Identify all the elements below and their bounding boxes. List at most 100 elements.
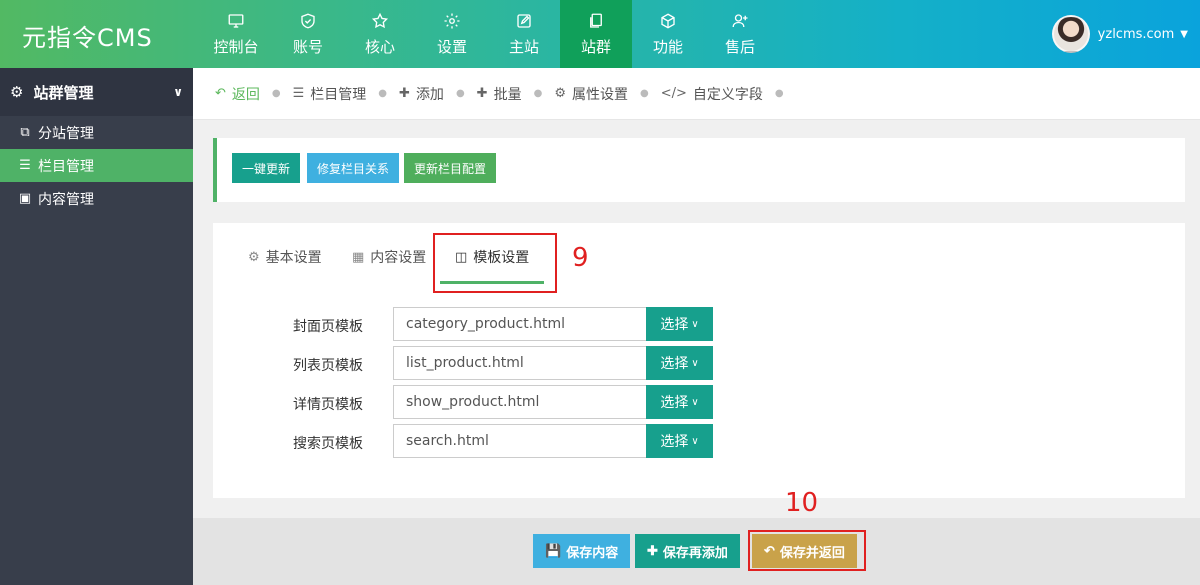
code-icon: </> — [660, 86, 687, 101]
note-icon: ▣ — [18, 191, 32, 206]
nav-label: 控制台 — [213, 37, 259, 56]
crumb-batch[interactable]: ✚ 批量 — [477, 84, 522, 104]
save-content-button[interactable]: 💾 保存内容 — [533, 534, 631, 568]
back-link[interactable]: ↶ 返回 — [215, 84, 260, 104]
nav-item-console[interactable]: 控制台 — [200, 0, 272, 68]
select-label: 选择 — [660, 316, 689, 332]
nav-item-account[interactable]: 账号 — [272, 0, 344, 68]
plus-icon: ✚ — [399, 86, 410, 101]
crumb-custom-fields[interactable]: </> 自定义字段 — [661, 84, 763, 104]
sidebar-item-label: 内容管理 — [38, 191, 94, 208]
reply-icon: ↶ — [215, 86, 226, 101]
breadcrumb-separator: ● — [455, 88, 465, 99]
edit-icon — [517, 13, 531, 28]
select-label: 选择 — [660, 355, 689, 371]
select-list-template-button[interactable]: 选择 ∨ — [646, 346, 713, 380]
save-and-add-button[interactable]: ✚ 保存再添加 — [635, 534, 740, 568]
sidebar-item-label: 栏目管理 — [38, 158, 94, 175]
user-menu[interactable]: yzlcms.com ▼ — [1051, 10, 1188, 58]
repair-relations-button[interactable]: 修复栏目关系 — [307, 153, 400, 183]
annotation-box-9 — [433, 233, 557, 293]
sidebar: ⚙ 站群管理 ∨ ⧉ 分站管理 ☰ 栏目管理 ▣ 内容管理 — [0, 68, 193, 585]
cover-template-input[interactable] — [393, 307, 647, 341]
sidebar-item-label: 分站管理 — [38, 125, 94, 142]
annotation-label-10: 10 — [785, 488, 819, 518]
monitor-icon — [228, 13, 244, 28]
sidebar-header[interactable]: ⚙ 站群管理 ∨ — [0, 68, 193, 116]
crumb-add[interactable]: ✚ 添加 — [399, 84, 444, 104]
sidebar-title: 站群管理 — [33, 83, 94, 102]
crumb-label: 批量 — [493, 86, 522, 103]
top-header: 元指令CMS 控制台 账号 核心 设置 主站 站群 功能 售后 yzlcms.c… — [0, 0, 1200, 68]
chevron-down-icon: ∨ — [691, 435, 699, 447]
list-template-input[interactable] — [393, 346, 647, 380]
gear-icon: ⚙ — [10, 83, 24, 101]
list-icon: ☰ — [19, 158, 31, 173]
sidebar-item-categories[interactable]: ☰ 栏目管理 — [0, 149, 193, 182]
tab-label: 内容设置 — [370, 250, 427, 266]
field-label: 搜索页模板 — [293, 436, 363, 452]
nav-label: 功能 — [652, 37, 683, 56]
list-icon: ☰ — [292, 86, 305, 101]
crumb-category-management[interactable]: ☰ 栏目管理 — [293, 84, 367, 104]
plus-icon: ✚ — [647, 543, 658, 558]
gear-icon — [444, 13, 460, 28]
annotation-label-9: 9 — [572, 243, 589, 273]
annotation-box-10 — [748, 530, 866, 571]
crumb-label: 添加 — [415, 86, 444, 103]
chevron-down-icon: ∨ — [173, 85, 183, 99]
user-name: yzlcms.com — [1097, 26, 1175, 42]
nav-item-main-site[interactable]: 主站 — [488, 0, 560, 68]
sidebar-item-content[interactable]: ▣ 内容管理 — [0, 182, 193, 215]
breadcrumb-separator: ● — [639, 88, 649, 99]
crumb-label: 属性设置 — [571, 86, 628, 103]
settings-panel: ⚙ 基本设置 ▦ 内容设置 ◫ 模板设置 9 封面页模板 选择∨ 列表页模板 选… — [213, 223, 1185, 498]
tab-label: 基本设置 — [265, 250, 322, 266]
nav-label: 站群 — [580, 37, 611, 56]
select-label: 选择 — [660, 394, 689, 410]
copy-icon: ⧉ — [20, 125, 30, 140]
nav-item-after-sales[interactable]: 售后 — [704, 0, 776, 68]
star-icon — [371, 12, 389, 28]
select-detail-template-button[interactable]: 选择 ∨ — [646, 385, 713, 419]
cube-icon — [661, 12, 675, 29]
field-label: 详情页模板 — [293, 397, 363, 413]
gear-icon: ⚙ — [248, 249, 260, 265]
update-config-button[interactable]: 更新栏目配置 — [404, 153, 497, 183]
nav-item-settings[interactable]: 设置 — [416, 0, 488, 68]
save-icon: 💾 — [545, 543, 562, 558]
chevron-down-icon: ∨ — [691, 396, 699, 408]
field-label: 封面页模板 — [293, 319, 363, 335]
sidebar-item-subsites[interactable]: ⧉ 分站管理 — [0, 116, 193, 149]
tab-content-settings[interactable]: ▦ 内容设置 — [352, 247, 426, 267]
select-cover-template-button[interactable]: 选择 ∨ — [646, 307, 713, 341]
nav-item-site-group[interactable]: 站群 — [560, 0, 632, 68]
copy-icon — [590, 13, 602, 28]
breadcrumb-separator: ● — [533, 88, 543, 99]
crumb-attribute-settings[interactable]: ⚙ 属性设置 — [554, 84, 628, 104]
nav-label: 主站 — [508, 37, 539, 56]
select-search-template-button[interactable]: 选择 ∨ — [646, 424, 713, 458]
nav-label: 账号 — [292, 37, 323, 56]
select-label: 选择 — [660, 433, 689, 449]
table-icon: ▦ — [352, 249, 365, 265]
nav-label: 设置 — [436, 37, 467, 56]
detail-template-input[interactable] — [393, 385, 647, 419]
chevron-down-icon: ∨ — [691, 357, 699, 369]
gear-icon: ⚙ — [554, 86, 566, 101]
search-template-input[interactable] — [393, 424, 647, 458]
nav-item-features[interactable]: 功能 — [632, 0, 704, 68]
button-label: 保存再添加 — [662, 544, 728, 560]
tab-basic-settings[interactable]: ⚙ 基本设置 — [248, 247, 322, 267]
breadcrumb-separator: ● — [774, 88, 784, 99]
breadcrumb-separator: ● — [271, 88, 281, 99]
avatar[interactable] — [1051, 15, 1090, 53]
crumb-label: 自定义字段 — [692, 86, 763, 103]
nav-label: 售后 — [724, 37, 755, 56]
field-label: 列表页模板 — [293, 358, 363, 374]
chevron-down-icon: ∨ — [691, 318, 699, 330]
chevron-down-icon: ▼ — [1180, 28, 1188, 40]
nav-item-core[interactable]: 核心 — [344, 0, 416, 68]
update-all-button[interactable]: 一键更新 — [232, 153, 301, 183]
button-label: 保存内容 — [566, 544, 619, 560]
